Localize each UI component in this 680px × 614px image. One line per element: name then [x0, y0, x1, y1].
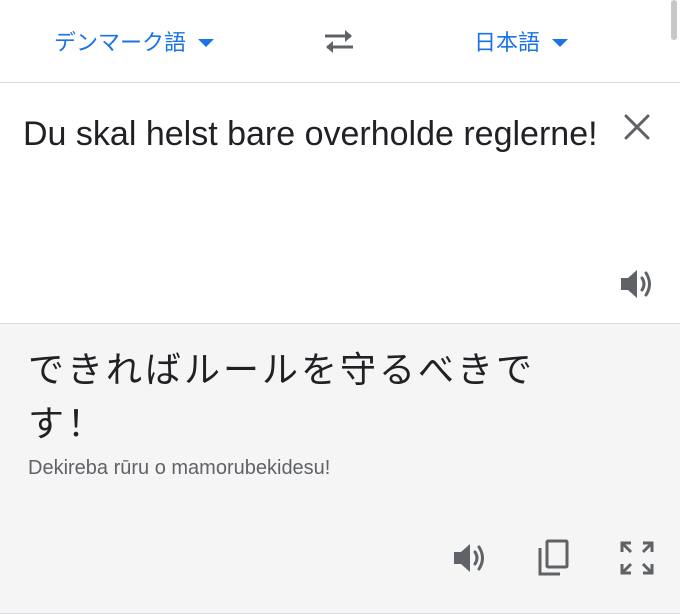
source-language-label: デンマーク語: [54, 31, 187, 56]
translation-panel: できればルールを守るべきです！ Dekireba rūru o mamorube…: [0, 324, 680, 614]
close-icon: [624, 114, 650, 140]
translation-text: できればルールを守るべきです！: [28, 350, 536, 445]
language-bar: デンマーク語 日本語: [0, 0, 680, 83]
source-text-input[interactable]: Du skal helst bare overholde reglerne!: [23, 109, 598, 159]
target-language-label: 日本語: [474, 31, 541, 56]
swap-arrows-icon: [325, 30, 353, 53]
source-language-selector[interactable]: デンマーク語: [54, 22, 215, 60]
dropdown-caret-icon: [552, 38, 569, 47]
speaker-icon: [621, 270, 651, 298]
copy-translation-button[interactable]: [533, 538, 573, 578]
fullscreen-icon: [620, 541, 654, 575]
translate-app: デンマーク語 日本語 Du skal helst bare overholde …: [0, 0, 680, 614]
source-panel: Du skal helst bare overholde reglerne!: [0, 83, 680, 324]
clear-text-button[interactable]: [617, 107, 657, 147]
translation-listen-button[interactable]: [450, 538, 490, 578]
target-language-selector[interactable]: 日本語: [474, 22, 569, 60]
speaker-icon: [454, 544, 484, 572]
swap-languages-button[interactable]: [319, 22, 359, 60]
dropdown-caret-icon: [198, 38, 215, 47]
fullscreen-button[interactable]: [617, 538, 657, 578]
romanization-text: Dekireba rūru o mamorubekidesu!: [28, 457, 331, 479]
copy-icon: [538, 539, 569, 576]
scrollbar[interactable]: [671, 0, 677, 40]
source-listen-button[interactable]: [617, 264, 657, 304]
